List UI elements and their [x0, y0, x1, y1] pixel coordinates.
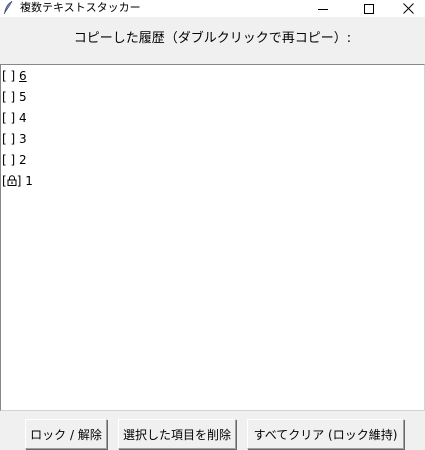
history-item-text: 1 — [25, 174, 33, 188]
maximize-button[interactable] — [346, 0, 392, 17]
delete-selected-button[interactable]: 選択した項目を削除 — [118, 419, 236, 449]
clear-all-button[interactable]: すべてクリア (ロック維持) — [247, 419, 404, 449]
history-item[interactable]: [ ] 6 — [2, 67, 27, 86]
lock-toggle-button[interactable]: ロック / 解除 — [25, 419, 107, 449]
history-item-prefix: [ ] — [2, 153, 16, 167]
history-item-prefix-close: ] — [16, 174, 22, 188]
window-title: 複数テキストスタッカー — [20, 1, 141, 14]
minimize-button[interactable] — [300, 0, 346, 17]
feather-icon — [2, 0, 14, 16]
history-item[interactable]: [ ] 5 — [2, 88, 27, 107]
close-icon — [403, 3, 414, 14]
lock-icon — [7, 173, 17, 186]
title-bar: 複数テキストスタッカー — [0, 0, 425, 17]
button-bar: ロック / 解除 選択した項目を削除 すべてクリア (ロック維持) — [0, 411, 425, 450]
history-item-prefix: [ ] — [2, 132, 16, 146]
history-item-text: 3 — [19, 132, 27, 146]
close-button[interactable] — [392, 0, 425, 17]
history-heading: コピーした履歴（ダブルクリックで再コピー）: — [73, 31, 352, 46]
history-listbox[interactable]: [ ] 6 [ ] 5 [ ] 4 [ ] 3 [ ] 2 [ ] 1 — [0, 64, 425, 411]
history-item-prefix: [ ] — [2, 111, 16, 125]
history-item-text: 2 — [19, 153, 27, 167]
history-item-text: 6 — [19, 69, 27, 83]
history-item[interactable]: [ ] 4 — [2, 109, 27, 128]
history-item-locked[interactable]: [ ] 1 — [2, 172, 33, 191]
history-item-text: 5 — [19, 90, 27, 104]
history-item-prefix: [ ] — [2, 69, 16, 83]
history-item-prefix: [ ] — [2, 90, 16, 104]
minimize-icon — [318, 8, 328, 10]
maximize-icon — [364, 3, 374, 14]
history-item-text: 4 — [19, 111, 27, 125]
history-item[interactable]: [ ] 3 — [2, 130, 27, 149]
history-item[interactable]: [ ] 2 — [2, 151, 27, 170]
